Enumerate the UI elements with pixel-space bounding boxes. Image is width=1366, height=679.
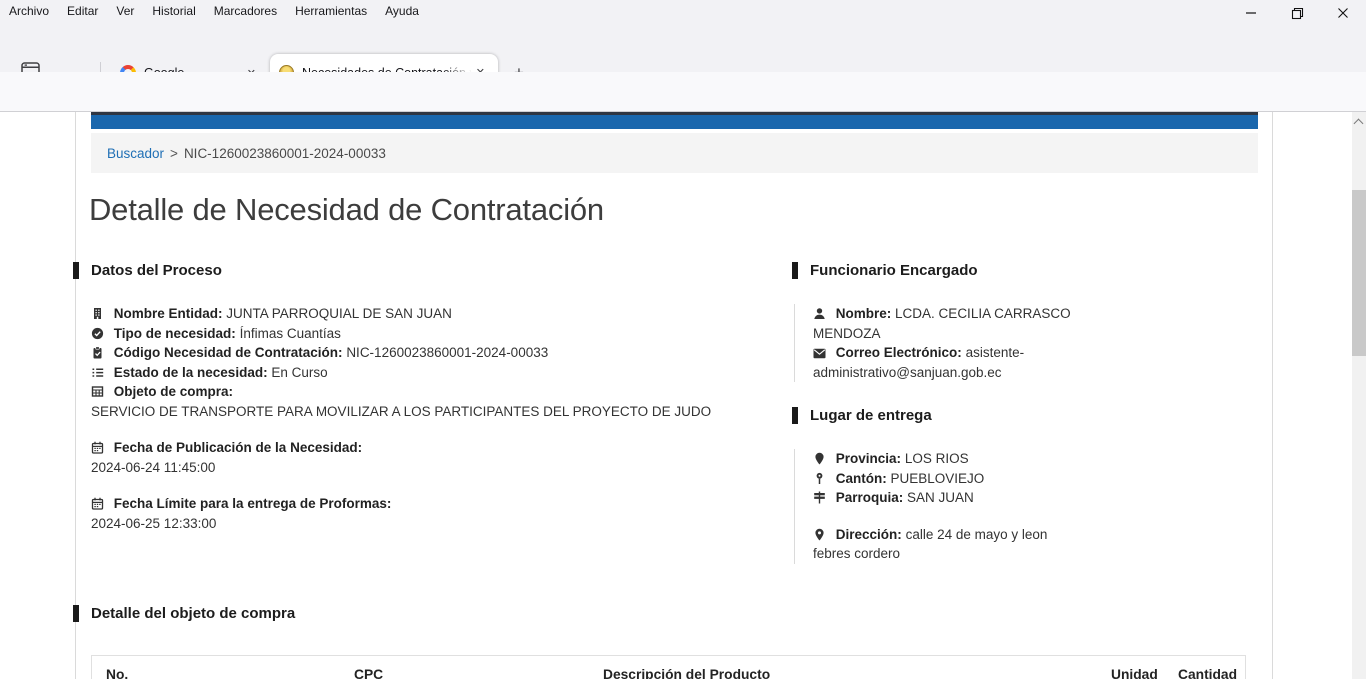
section-bar <box>792 407 798 424</box>
field-label: Cantón: <box>836 471 887 486</box>
field-correo-electronico: Correo Electrónico: asistente-administra… <box>813 343 1084 382</box>
fecha-publicacion-value: 2024-06-24 11:45:00 <box>91 458 733 478</box>
check-circle-icon <box>91 327 104 340</box>
section-heading-text: Datos del Proceso <box>91 262 222 279</box>
calendar-icon <box>91 497 104 510</box>
field-codigo-necesidad: Código Necesidad de Contratación: NIC-12… <box>91 343 733 363</box>
menu-ayuda[interactable]: Ayuda <box>376 2 428 20</box>
objeto-compra-text: SERVICIO DE TRANSPORTE PARA MOVILIZAR A … <box>91 402 733 422</box>
field-value: JUNTA PARROQUIAL DE SAN JUAN <box>226 306 452 321</box>
content-right-border <box>1272 112 1273 679</box>
section-funcionario-encargado: Funcionario Encargado Nombre: LCDA. CECI… <box>792 261 1084 382</box>
column-header-no: No. <box>106 667 128 679</box>
field-label: Nombre: <box>836 306 892 321</box>
field-objeto-compra: Objeto de compra: <box>91 382 733 402</box>
list-icon <box>91 366 104 379</box>
field-label: Fecha de Publicación de la Necesidad: <box>114 440 362 455</box>
column-header-unidad: Unidad <box>1111 667 1158 679</box>
column-header-cpc: CPC <box>354 667 383 679</box>
navigation-toolbar: https://www.compraspublicas.gob.ec/Proce… <box>0 72 1366 112</box>
section-datos-del-proceso: Datos del Proceso Nombre Entidad: JUNTA … <box>73 261 733 533</box>
productos-table: No. CPC Descripción del Producto Unidad … <box>91 655 1246 679</box>
menu-ver[interactable]: Ver <box>107 2 143 20</box>
section-heading: Detalle del objeto de compra <box>73 604 1248 623</box>
section-heading: Funcionario Encargado <box>792 261 1084 280</box>
scrollbar-thumb[interactable] <box>1352 190 1366 356</box>
field-fecha-publicacion: Fecha de Publicación de la Necesidad: <box>91 438 733 458</box>
clipboard-check-icon <box>91 346 104 359</box>
field-label: Tipo de necesidad: <box>114 326 236 341</box>
menu-marcadores[interactable]: Marcadores <box>205 2 286 20</box>
breadcrumb-current: NIC-1260023860001-2024-00033 <box>184 146 386 161</box>
field-label: Estado de la necesidad: <box>114 365 268 380</box>
field-value: SAN JUAN <box>907 490 974 505</box>
field-value: PUEBLOVIEJO <box>891 471 985 486</box>
breadcrumb-buscador-link[interactable]: Buscador <box>107 146 164 161</box>
breadcrumb-separator: > <box>170 146 178 161</box>
vertical-scrollbar[interactable] <box>1352 112 1366 679</box>
minimize-icon <box>1245 7 1257 19</box>
close-icon <box>1337 7 1349 19</box>
field-fecha-limite: Fecha Límite para la entrega de Proforma… <box>91 494 733 514</box>
section-detalle-objeto-compra: Detalle del objeto de compra No. CPC Des… <box>73 604 1248 679</box>
section-heading: Lugar de entrega <box>792 406 1084 425</box>
section-lugar-de-entrega: Lugar de entrega Provincia: LOS RIOS Can… <box>792 406 1084 564</box>
field-label: Parroquia: <box>836 490 904 505</box>
calendar-icon <box>91 441 104 454</box>
menu-archivo[interactable]: Archivo <box>0 2 58 20</box>
field-parroquia: Parroquia: SAN JUAN <box>813 488 1084 508</box>
field-value: Ínfimas Cuantías <box>240 326 341 341</box>
field-direccion: Dirección: calle 24 de mayo y leon febre… <box>813 525 1084 564</box>
map-marker-icon <box>813 452 826 465</box>
field-estado-necesidad: Estado de la necesidad: En Curso <box>91 363 733 383</box>
field-label: Correo Electrónico: <box>836 345 962 360</box>
signpost-icon <box>813 491 826 504</box>
user-icon <box>813 307 826 320</box>
scrollbar-up-arrow-icon[interactable] <box>1354 119 1364 129</box>
section-body: Provincia: LOS RIOS Cantón: PUEBLOVIEJO … <box>794 449 1084 564</box>
menu-herramientas[interactable]: Herramientas <box>286 2 376 20</box>
web-content: Buscador > NIC-1260023860001-2024-00033 … <box>0 112 1366 679</box>
column-header-cantidad: Cantidad <box>1178 667 1237 679</box>
map-pin-icon <box>813 472 826 485</box>
tab-strip: Google ✕ Necesidades de Contratación y ✕… <box>0 22 1366 72</box>
section-bar <box>73 605 79 622</box>
field-label: Código Necesidad de Contratación: <box>114 345 343 360</box>
field-label: Nombre Entidad: <box>114 306 223 321</box>
field-label: Objeto de compra: <box>114 384 233 399</box>
menu-historial[interactable]: Historial <box>143 2 204 20</box>
section-heading-text: Funcionario Encargado <box>810 262 978 279</box>
restore-icon <box>1291 7 1304 20</box>
table-icon <box>91 385 104 398</box>
section-heading-text: Detalle del objeto de compra <box>91 605 295 622</box>
fecha-limite-value: 2024-06-25 12:33:00 <box>91 514 733 534</box>
field-tipo-necesidad: Tipo de necesidad: Ínfimas Cuantías <box>91 324 733 344</box>
field-label: Provincia: <box>836 451 901 466</box>
field-canton: Cantón: PUEBLOVIEJO <box>813 469 1084 489</box>
field-nombre-funcionario: Nombre: LCDA. CECILIA CARRASCO MENDOZA <box>813 304 1084 343</box>
site-blue-bar <box>91 115 1258 129</box>
menu-editar[interactable]: Editar <box>58 2 107 20</box>
page-title: Detalle de Necesidad de Contratación <box>89 192 604 228</box>
field-value: NIC-1260023860001-2024-00033 <box>346 345 548 360</box>
section-bar <box>792 262 798 279</box>
section-body: Nombre: LCDA. CECILIA CARRASCO MENDOZA C… <box>794 304 1084 382</box>
building-icon <box>91 307 104 320</box>
field-value: LOS RIOS <box>905 451 969 466</box>
section-heading: Datos del Proceso <box>73 261 733 280</box>
envelope-icon <box>813 348 826 359</box>
breadcrumb: Buscador > NIC-1260023860001-2024-00033 <box>91 133 1258 173</box>
field-value: En Curso <box>271 365 327 380</box>
section-heading-text: Lugar de entrega <box>810 407 932 424</box>
section-body: Nombre Entidad: JUNTA PARROQUIAL DE SAN … <box>73 304 733 533</box>
field-provincia: Provincia: LOS RIOS <box>813 449 1084 469</box>
map-marker-outline-icon <box>813 528 826 541</box>
field-label: Fecha Límite para la entrega de Proforma… <box>114 496 392 511</box>
menu-bar: Archivo Editar Ver Historial Marcadores … <box>0 0 1366 22</box>
field-nombre-entidad: Nombre Entidad: JUNTA PARROQUIAL DE SAN … <box>91 304 733 324</box>
field-label: Dirección: <box>836 527 902 542</box>
column-header-descripcion: Descripción del Producto <box>603 667 770 679</box>
section-bar <box>73 262 79 279</box>
